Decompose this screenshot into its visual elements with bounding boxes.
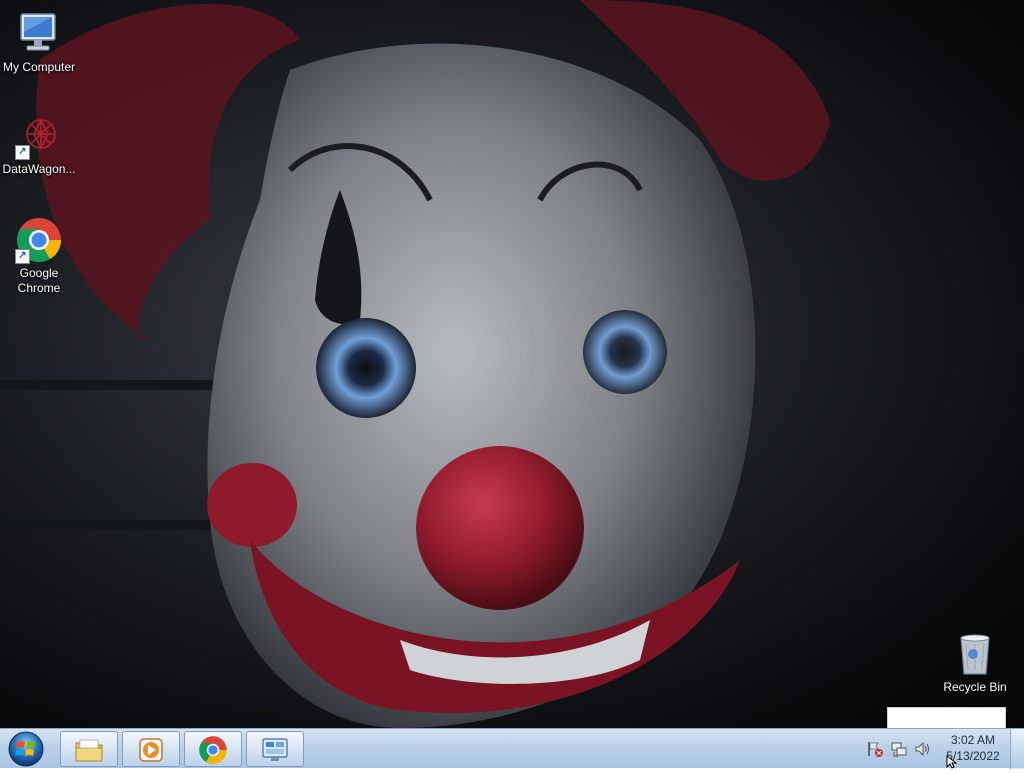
clown-eye-right — [583, 310, 667, 394]
desktop[interactable]: My Computer ↗ DataWagon... ↗ Google Chro… — [0, 0, 1024, 728]
taskbar: 3:02 AM 5/13/2022 — [0, 728, 1024, 769]
recycle-bin-icon — [951, 630, 999, 678]
shortcut-arrow-icon: ↗ — [15, 145, 30, 160]
computer-icon — [15, 10, 63, 58]
taskbar-button-chrome[interactable] — [184, 731, 242, 767]
desktop-icon-recycle-bin[interactable]: Recycle Bin — [936, 630, 1014, 695]
action-center-flag-icon[interactable] — [866, 740, 884, 758]
chrome-icon — [199, 736, 227, 764]
taskbar-button-explorer[interactable] — [60, 731, 118, 767]
show-desktop-button[interactable] — [1010, 729, 1024, 769]
network-icon[interactable] — [890, 740, 908, 758]
datawagon-icon: ↗ — [15, 112, 63, 160]
clock-time: 3:02 AM — [950, 733, 996, 747]
desktop-icon-label: DataWagon... — [2, 162, 76, 176]
clown-cheek — [207, 463, 297, 547]
mouse-cursor-icon — [946, 755, 958, 769]
clown-eye-left — [316, 318, 416, 418]
system-tray — [862, 729, 942, 769]
server-manager-icon — [262, 738, 288, 761]
start-button[interactable] — [4, 730, 48, 768]
windows-logo-icon — [8, 731, 44, 767]
desktop-icon-my-computer[interactable]: My Computer — [0, 10, 78, 75]
desktop-icon-google-chrome[interactable]: ↗ Google Chrome — [0, 216, 78, 296]
clown-wallpaper — [0, 0, 830, 728]
shortcut-arrow-icon: ↗ — [15, 249, 30, 264]
desktop-icon-label: Recycle Bin — [943, 680, 1007, 694]
taskbar-button-server-manager[interactable] — [246, 731, 304, 767]
clown-nose — [416, 446, 584, 610]
taskbar-button-media-player[interactable] — [122, 731, 180, 767]
desktop-icon-label: Google Chrome — [17, 266, 61, 295]
desktop-icon-label: My Computer — [2, 60, 76, 74]
wall-slat — [0, 520, 240, 530]
media-player-icon — [139, 738, 163, 762]
folder-icon — [75, 739, 103, 762]
wall-slat — [0, 380, 240, 390]
tooltip-popup — [887, 707, 1006, 728]
chrome-icon: ↗ — [15, 216, 63, 264]
volume-icon[interactable] — [914, 740, 932, 758]
desktop-icon-datawagon[interactable]: ↗ DataWagon... — [0, 112, 78, 177]
